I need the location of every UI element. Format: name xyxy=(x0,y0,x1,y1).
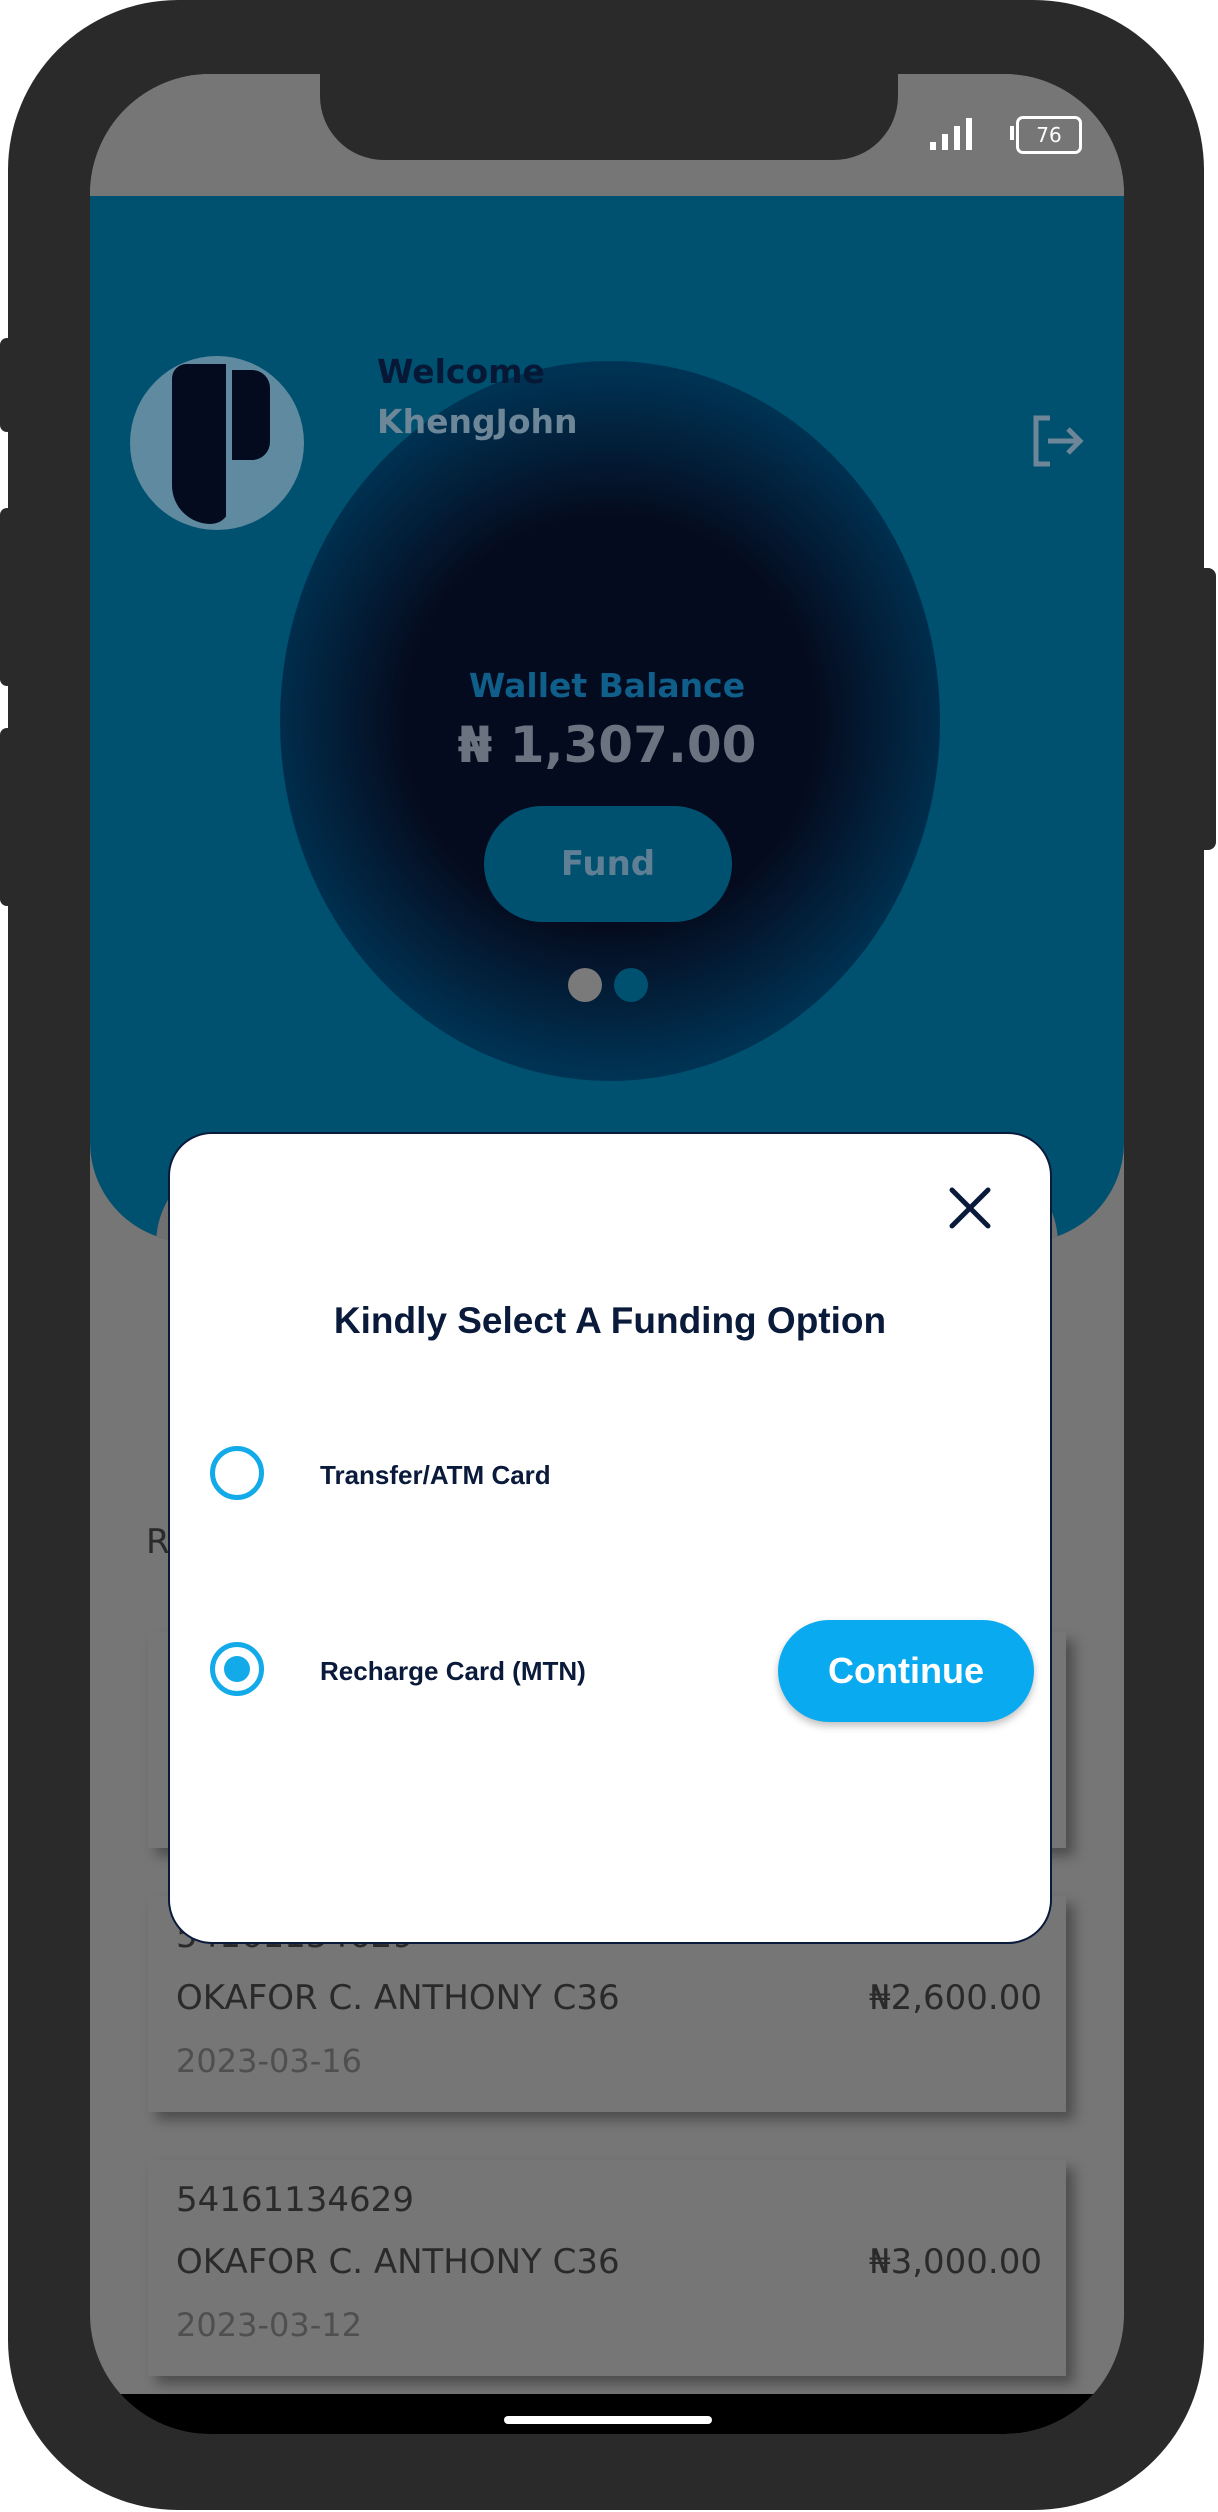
close-icon[interactable] xyxy=(940,1178,1000,1238)
wallet-balance-amount: ₦ 1,307.00 xyxy=(457,716,757,774)
transaction-date: 2023-03-12 xyxy=(176,2306,362,2344)
transaction-card[interactable]: 54161134629 OKAFOR C. ANTHONY C36 ₦3,000… xyxy=(148,2160,1066,2376)
transaction-id: 54161134629 xyxy=(176,2180,414,2220)
carousel-dot-1[interactable] xyxy=(568,968,602,1002)
transaction-name: OKAFOR C. ANTHONY C36 xyxy=(176,2242,620,2282)
option-recharge-card[interactable]: Recharge Card (MTN) xyxy=(210,1640,770,1700)
logo-right xyxy=(230,370,270,460)
battery-level: 76 xyxy=(1036,123,1062,147)
username: KhengJohn xyxy=(377,402,578,441)
modal-title: Kindly Select A Funding Option xyxy=(333,1300,887,1341)
radio-recharge-card[interactable] xyxy=(210,1642,264,1696)
transaction-name: OKAFOR C. ANTHONY C36 xyxy=(176,1978,620,2018)
funding-option-modal: Kindly Select A Funding Option Transfer/… xyxy=(168,1132,1052,1944)
avatar[interactable] xyxy=(130,356,304,530)
logout-icon[interactable] xyxy=(1028,412,1086,470)
fund-button[interactable]: Fund xyxy=(484,806,732,922)
status-bar: 76 xyxy=(90,74,1124,198)
option-transfer-atm[interactable]: Transfer/ATM Card xyxy=(210,1444,770,1504)
radio-selected-dot xyxy=(224,1656,250,1682)
transaction-date: 2023-03-16 xyxy=(176,2042,362,2080)
carousel-dot-2[interactable] xyxy=(614,968,648,1002)
transaction-amount: ₦3,000.00 xyxy=(868,2242,1042,2282)
battery-icon: 76 xyxy=(1016,116,1082,154)
battery-cap xyxy=(1010,126,1014,140)
home-bar xyxy=(90,2394,1124,2434)
logo-gap xyxy=(226,364,232,524)
recent-transactions-heading: R xyxy=(146,1522,170,1562)
radio-transfer-atm[interactable] xyxy=(210,1446,264,1500)
logo-left xyxy=(172,364,230,524)
signal-icon xyxy=(930,118,972,150)
welcome-text: Welcome xyxy=(377,352,545,391)
home-indicator[interactable] xyxy=(504,2416,712,2424)
continue-button[interactable]: Continue xyxy=(778,1620,1034,1722)
transaction-amount: ₦2,600.00 xyxy=(868,1978,1042,2018)
notch xyxy=(320,74,898,160)
wallet-header: Welcome KhengJohn Wallet Balance ₦ 1,307… xyxy=(90,196,1124,1242)
option-label: Recharge Card (MTN) xyxy=(320,1656,586,1686)
option-label: Transfer/ATM Card xyxy=(320,1460,551,1490)
wallet-balance-label: Wallet Balance xyxy=(468,666,746,705)
